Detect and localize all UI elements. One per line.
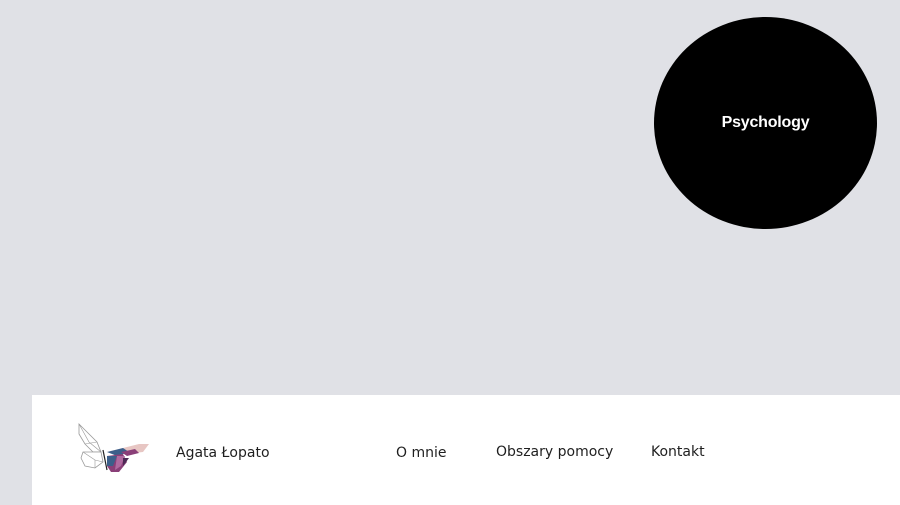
brand-name-link[interactable]: Agata Łopato bbox=[176, 445, 270, 461]
page: Psychology Agata Łopato O mnie Obszary p… bbox=[0, 0, 900, 505]
butterfly-logo-icon[interactable] bbox=[77, 422, 151, 478]
site-header: Agata Łopato O mnie Obszary pomocy Konta… bbox=[32, 395, 900, 505]
badge-label: Psychology bbox=[721, 114, 810, 131]
nav-item-o-mnie[interactable]: O mnie bbox=[396, 445, 446, 461]
nav-item-kontakt[interactable]: Kontakt bbox=[651, 444, 705, 460]
nav-item-obszary-pomocy[interactable]: Obszary pomocy bbox=[496, 444, 613, 460]
psychology-badge: Psychology bbox=[654, 17, 877, 229]
